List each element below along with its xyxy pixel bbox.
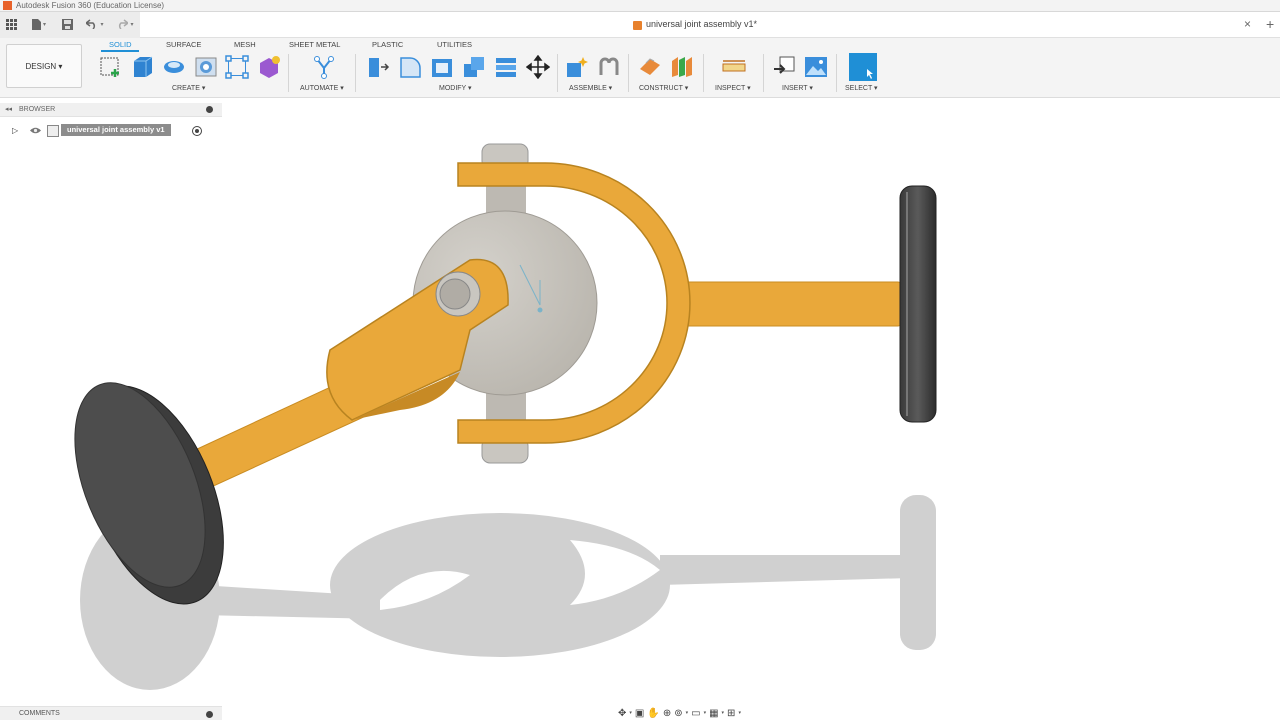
save-button[interactable]	[60, 16, 74, 32]
divider	[703, 54, 704, 92]
offset-face-icon[interactable]	[494, 55, 518, 79]
fusion-logo-icon	[3, 1, 12, 10]
zoom-icon[interactable]: ⊕	[663, 708, 671, 719]
close-tab-icon[interactable]: ×	[1244, 17, 1251, 31]
assemble-menu[interactable]: ASSEMBLE ▾	[569, 84, 612, 92]
joint-icon[interactable]	[597, 55, 621, 79]
caret-icon[interactable]: ▾	[722, 710, 725, 716]
document-tab-bar: universal joint assembly v1* × +	[140, 12, 1280, 38]
rectangular-pattern-icon[interactable]	[225, 55, 249, 79]
divider	[557, 54, 558, 92]
quick-access-toolbar: ▾ ▾ ▾	[0, 12, 140, 38]
orbit-icon[interactable]: ✥	[618, 708, 626, 719]
divider	[288, 54, 289, 92]
pan-icon[interactable]: ✋	[647, 708, 659, 719]
document-title[interactable]: universal joint assembly v1*	[646, 19, 757, 29]
grid-icon[interactable]	[4, 16, 18, 32]
midplane-icon[interactable]	[670, 55, 694, 79]
new-component-icon[interactable]	[565, 55, 589, 79]
caret-icon[interactable]: ▾	[686, 710, 689, 716]
measure-icon[interactable]	[722, 55, 746, 79]
tab-sheet-metal[interactable]: SHEET METAL	[289, 40, 340, 49]
caret-icon[interactable]: ▾	[704, 710, 707, 716]
divider	[763, 54, 764, 92]
create-form-icon[interactable]	[257, 55, 281, 79]
revolve-icon[interactable]	[162, 55, 186, 79]
move-copy-icon[interactable]	[526, 55, 550, 79]
select-icon[interactable]	[849, 53, 877, 81]
shell-icon[interactable]	[430, 55, 454, 79]
tab-solid[interactable]: SOLID	[109, 40, 132, 49]
tab-surface[interactable]: SURFACE	[166, 40, 201, 49]
ribbon-toolbar: DESIGN ▾ SOLID SURFACE MESH SHEET METAL …	[0, 38, 1280, 98]
display-settings-icon[interactable]: ▭	[691, 708, 700, 719]
hole-icon[interactable]	[194, 55, 218, 79]
tab-utilities[interactable]: UTILITIES	[437, 40, 472, 49]
divider	[355, 54, 356, 92]
divider	[628, 54, 629, 92]
modify-menu[interactable]: MODIFY ▾	[439, 84, 472, 92]
undo-icon	[86, 19, 96, 29]
caret-icon[interactable]: ▾	[629, 710, 632, 716]
select-menu[interactable]: SELECT ▾	[845, 84, 878, 92]
workspace-switcher-button[interactable]: DESIGN ▾	[6, 44, 82, 88]
look-at-icon[interactable]: ▣	[635, 708, 644, 719]
save-icon	[61, 18, 73, 30]
caret-icon[interactable]: ▾	[738, 710, 741, 716]
title-bar: Autodesk Fusion 360 (Education License)	[0, 0, 1280, 12]
combine-icon[interactable]	[462, 55, 486, 79]
new-tab-icon[interactable]: +	[1266, 16, 1274, 32]
insert-menu[interactable]: INSERT ▾	[782, 84, 813, 92]
inspect-menu[interactable]: INSPECT ▾	[715, 84, 751, 92]
tab-plastic[interactable]: PLASTIC	[372, 40, 403, 49]
insert-derive-icon[interactable]	[772, 55, 796, 79]
redo-icon	[119, 19, 129, 29]
file-icon	[31, 18, 41, 30]
tab-mesh[interactable]: MESH	[234, 40, 256, 49]
create-menu[interactable]: CREATE ▾	[172, 84, 205, 92]
press-pull-icon[interactable]	[366, 55, 390, 79]
offset-plane-icon[interactable]	[638, 55, 662, 79]
fillet-icon[interactable]	[398, 55, 422, 79]
navigation-bar: ✥ ▾ ▣ ✋ ⊕ ⊚ ▾ ▭ ▾ ▦ ▾ ⊞ ▾	[618, 706, 796, 720]
insert-canvas-icon[interactable]	[804, 55, 828, 79]
right-wheel	[899, 185, 937, 423]
right-shaft	[679, 281, 903, 327]
pin-icon[interactable]	[206, 711, 213, 718]
grid-settings-icon[interactable]: ▦	[709, 708, 718, 719]
3d-viewport[interactable]	[0, 98, 1280, 704]
app-title: Autodesk Fusion 360 (Education License)	[16, 1, 165, 10]
left-wheel	[74, 382, 224, 605]
redo-button[interactable]: ▾	[114, 16, 136, 32]
undo-button[interactable]: ▾	[84, 16, 106, 32]
divider	[836, 54, 837, 92]
comments-title: COMMENTS	[19, 710, 60, 717]
file-menu-button[interactable]: ▾	[28, 16, 50, 32]
active-tab-indicator	[101, 50, 139, 52]
construct-menu[interactable]: CONSTRUCT ▾	[639, 84, 688, 92]
create-sketch-icon[interactable]	[99, 55, 123, 79]
viewports-icon[interactable]: ⊞	[727, 708, 735, 719]
automate-icon[interactable]	[312, 55, 336, 79]
extrude-icon[interactable]	[130, 55, 154, 79]
comments-panel-header: COMMENTS	[0, 706, 222, 720]
fit-icon[interactable]: ⊚	[674, 708, 682, 719]
document-icon	[633, 21, 642, 30]
automate-menu[interactable]: AUTOMATE ▾	[300, 84, 344, 92]
